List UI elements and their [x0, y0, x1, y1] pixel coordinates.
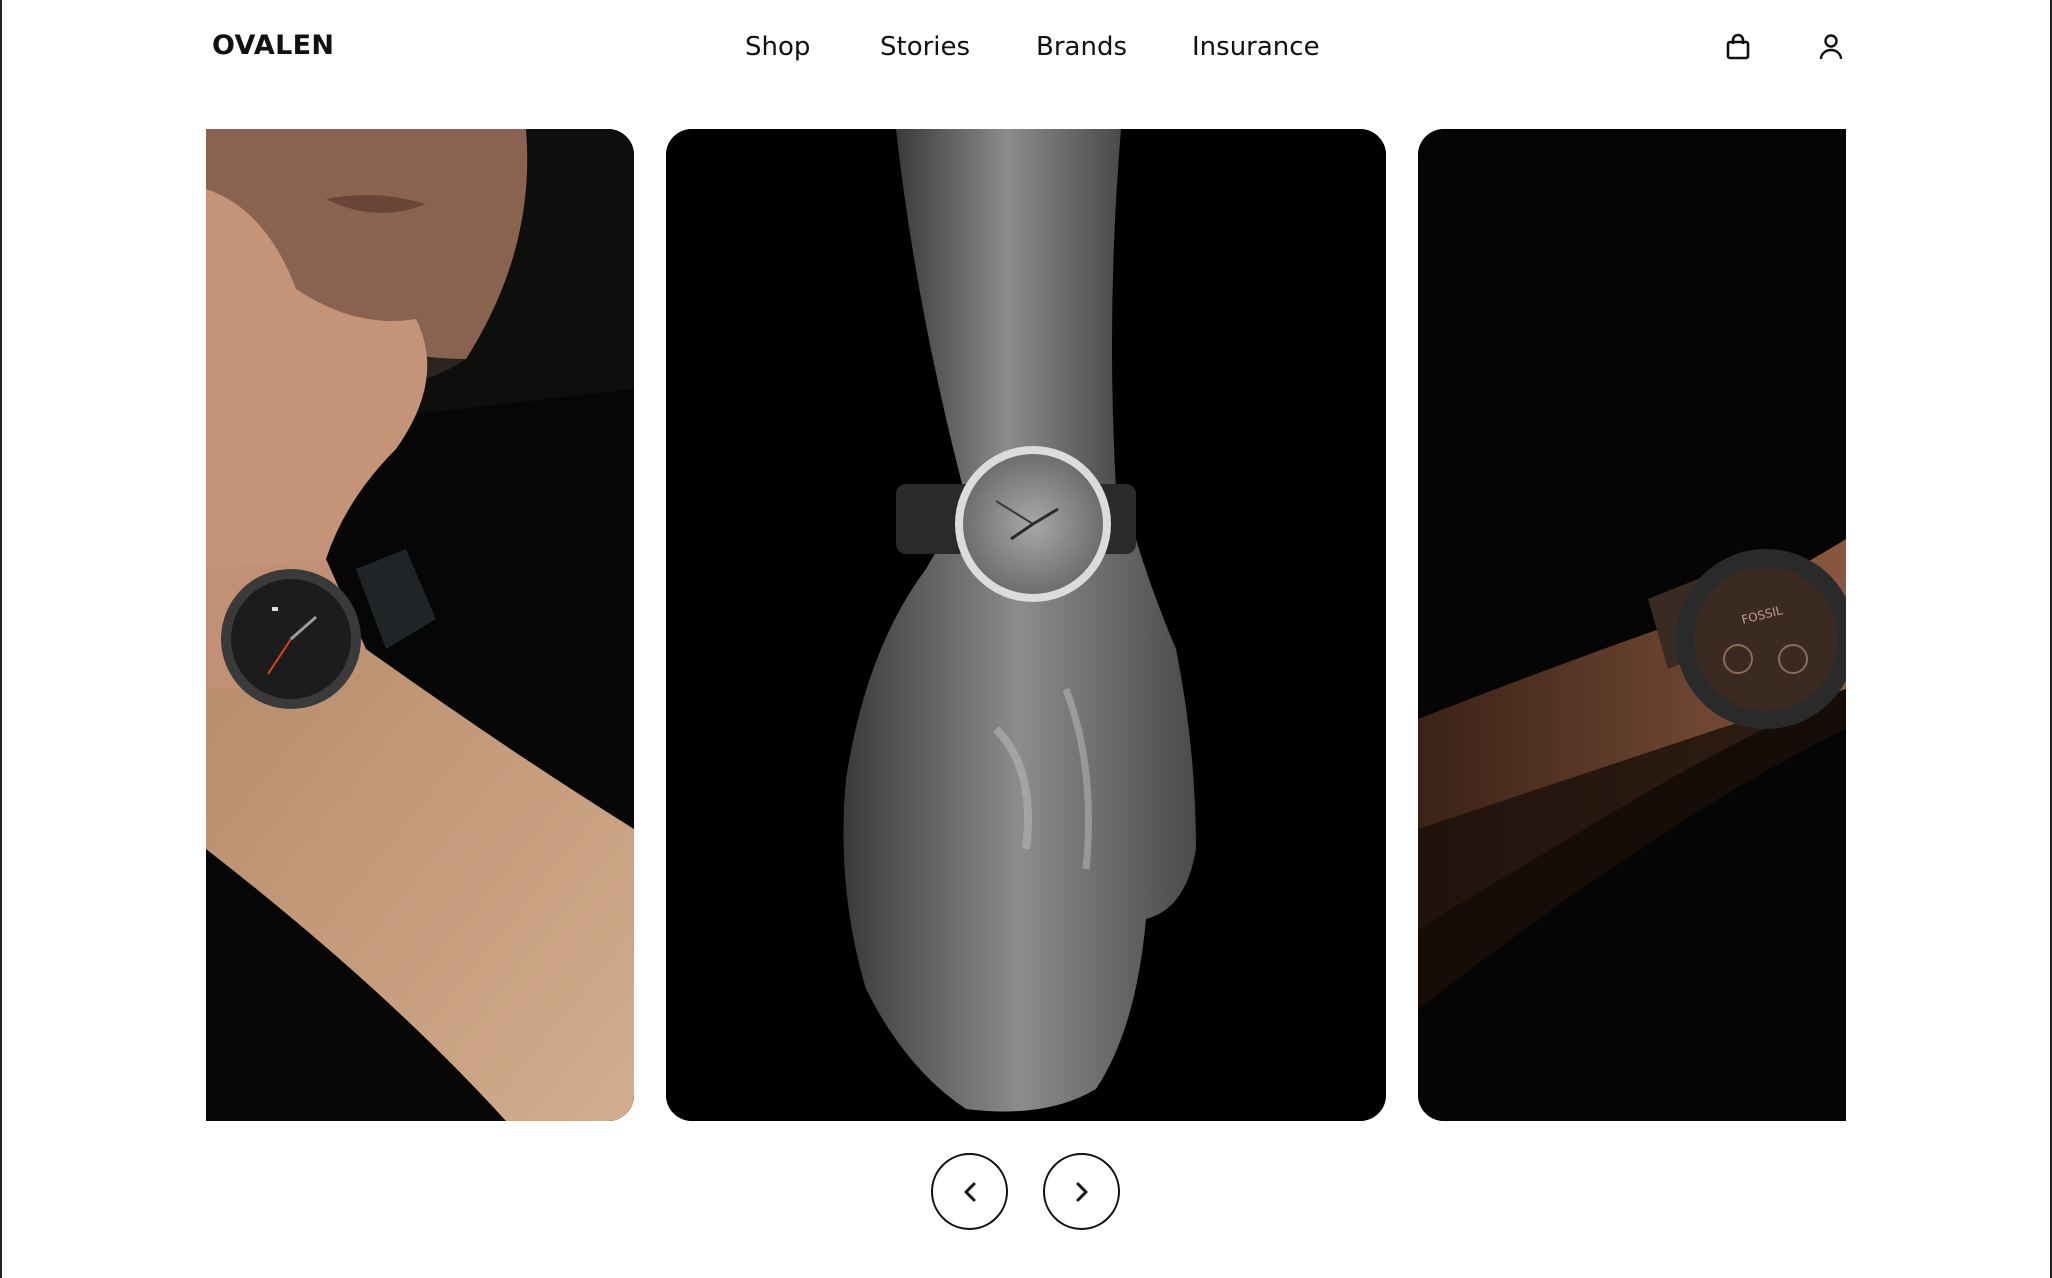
- page-frame-left-border: [0, 0, 2, 1278]
- watch-photo-bw-wrist: [666, 129, 1386, 1121]
- brand-logo[interactable]: OVALEN: [212, 30, 334, 61]
- cart-button[interactable]: [1721, 30, 1755, 64]
- nav-item-brands[interactable]: Brands: [1036, 32, 1127, 62]
- account-button[interactable]: [1814, 30, 1848, 64]
- user-icon: [1819, 34, 1843, 60]
- watch-photo-bearded-man: [206, 129, 634, 1121]
- nav-item-shop[interactable]: Shop: [745, 32, 810, 62]
- watch-photo-fossil: FOSSIL: [1418, 129, 1846, 1121]
- carousel-next-button[interactable]: [1043, 1153, 1120, 1230]
- chevron-left-icon: [964, 1182, 975, 1201]
- carousel-slide-right[interactable]: FOSSIL: [1418, 129, 1846, 1121]
- chevron-right-icon: [1076, 1182, 1087, 1201]
- carousel-prev-button[interactable]: [931, 1153, 1008, 1230]
- nav-item-insurance[interactable]: Insurance: [1192, 32, 1320, 62]
- carousel-slide-center[interactable]: [666, 129, 1386, 1121]
- carousel-slide-left[interactable]: [206, 129, 634, 1121]
- nav-item-stories[interactable]: Stories: [880, 32, 970, 62]
- shopping-bag-icon: [1726, 33, 1750, 60]
